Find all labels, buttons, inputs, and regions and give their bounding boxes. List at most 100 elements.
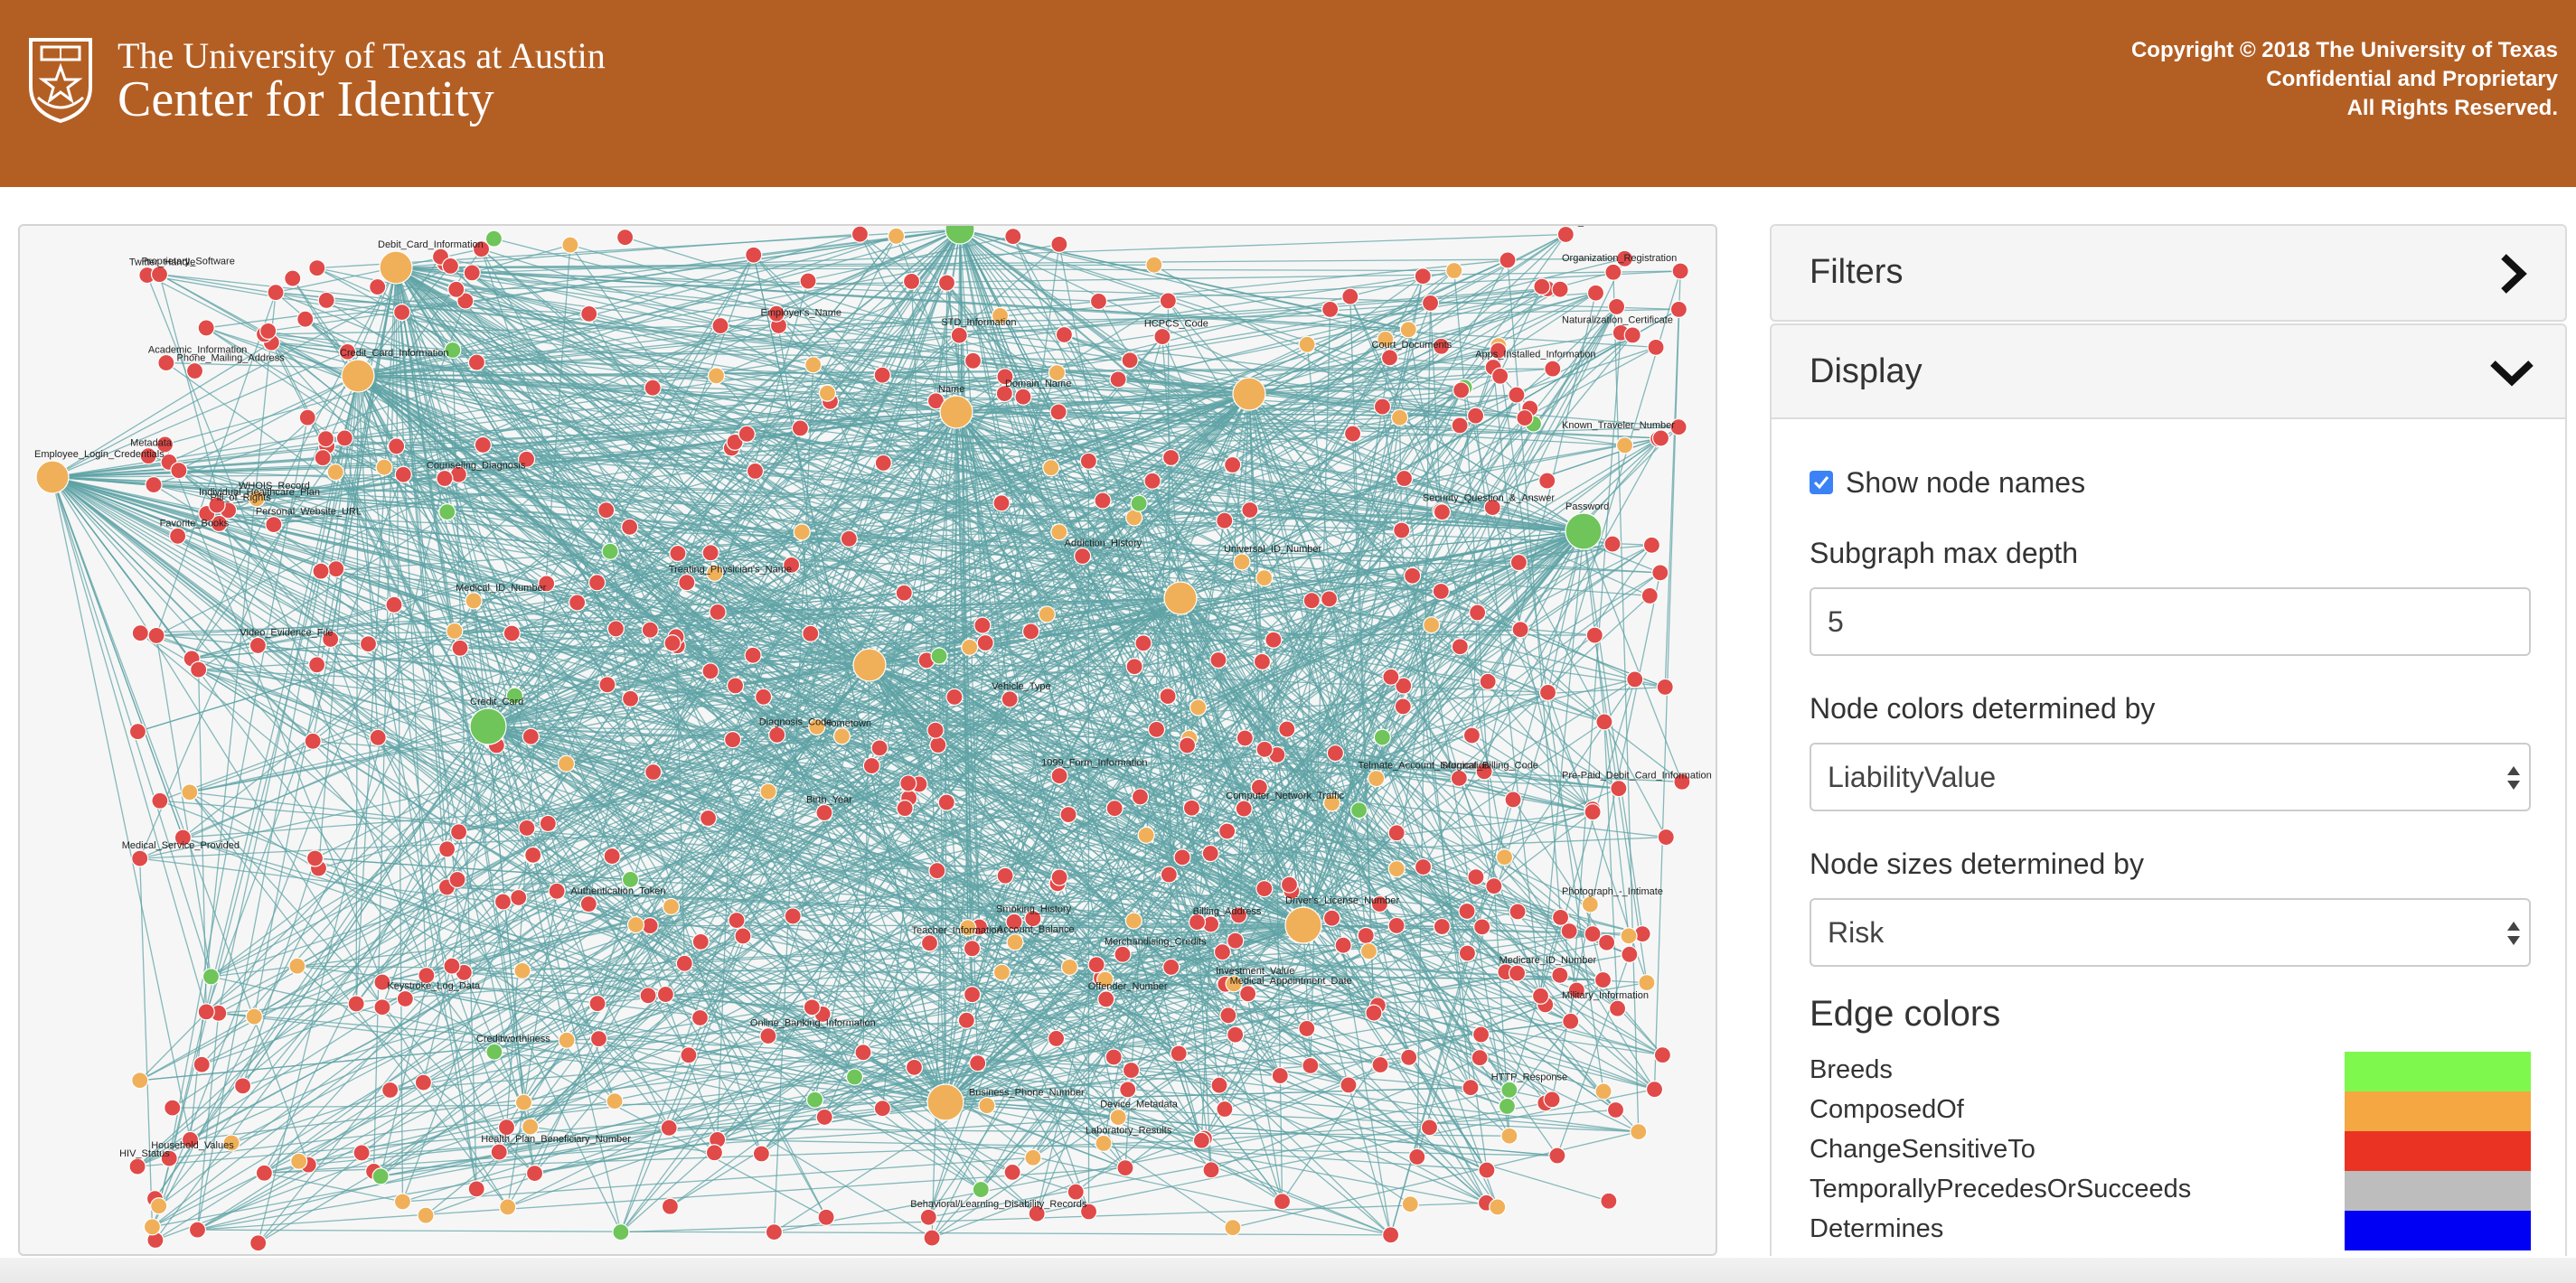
- graph-node[interactable]: [249, 1234, 268, 1252]
- graph-node[interactable]: [1024, 1148, 1042, 1166]
- graph-node[interactable]: [1651, 429, 1670, 447]
- graph-node[interactable]: [1014, 388, 1032, 406]
- graph-node[interactable]: [707, 367, 726, 385]
- graph-node[interactable]: [701, 544, 719, 562]
- filters-header[interactable]: Filters: [1770, 224, 2567, 322]
- graph-node[interactable]: [388, 437, 406, 455]
- graph-node[interactable]: [494, 893, 512, 911]
- graph-node[interactable]: [1594, 970, 1612, 989]
- graph-node[interactable]: [1334, 936, 1352, 954]
- graph-node[interactable]: [312, 562, 330, 580]
- graph-node[interactable]: [818, 384, 837, 402]
- graph-node[interactable]: [438, 503, 456, 521]
- graph-node[interactable]: [1122, 1061, 1141, 1080]
- graph-node[interactable]: [588, 995, 606, 1013]
- graph-node[interactable]: [164, 1099, 182, 1117]
- graph-node[interactable]: [1038, 605, 1056, 623]
- graph-node[interactable]: [1153, 327, 1171, 346]
- graph-node[interactable]: [1227, 932, 1245, 950]
- graph-node[interactable]: [143, 1218, 162, 1236]
- graph-node[interactable]: [1094, 492, 1112, 510]
- graph-node[interactable]: [709, 603, 727, 622]
- graph-node[interactable]: [267, 284, 285, 302]
- graph-node[interactable]: [1544, 360, 1562, 378]
- graph-node[interactable]: [385, 595, 403, 613]
- graph-node[interactable]: [394, 465, 412, 483]
- graph-node[interactable]: [1647, 338, 1665, 356]
- graph-node[interactable]: [1610, 780, 1628, 798]
- graph-canvas[interactable]: Employee_Login_Credentials Debit_Card_Inf…: [18, 224, 1717, 1256]
- graph-node[interactable]: [799, 272, 817, 290]
- graph-node[interactable]: [1382, 1226, 1400, 1244]
- graph-node[interactable]: [1606, 1100, 1625, 1119]
- graph-node[interactable]: [304, 732, 322, 750]
- graph-node[interactable]: [1638, 973, 1656, 992]
- graph-node[interactable]: [1433, 503, 1452, 521]
- graph-node[interactable]: [1462, 1079, 1480, 1097]
- graph-node[interactable]: [992, 494, 1011, 512]
- graph-node[interactable]: [754, 688, 773, 706]
- graph-node[interactable]: [815, 1108, 833, 1127]
- graph-node[interactable]: [804, 356, 823, 374]
- graph-node[interactable]: [558, 1031, 576, 1049]
- graph-node[interactable]: [832, 727, 851, 745]
- graph-node[interactable]: [669, 544, 687, 563]
- graph-node[interactable]: [768, 726, 786, 744]
- graph-node[interactable]: [1134, 634, 1152, 652]
- graph-node[interactable]: [663, 634, 682, 652]
- graph-node[interactable]: [441, 257, 460, 275]
- graph-node[interactable]: [639, 987, 657, 1005]
- graph-node[interactable]: [1264, 631, 1283, 649]
- graph-node[interactable]: [621, 689, 640, 707]
- graph-node[interactable]: [579, 894, 597, 913]
- graph-node[interactable]: [1642, 536, 1660, 554]
- graph-node[interactable]: [1603, 535, 1622, 553]
- graph-node[interactable]: [1504, 791, 1522, 809]
- graph-node[interactable]: [680, 1046, 698, 1064]
- graph-node[interactable]: [448, 870, 466, 889]
- graph-node[interactable]: [1399, 321, 1417, 339]
- graph-node[interactable]: [1595, 713, 1613, 731]
- graph-node[interactable]: [793, 523, 811, 541]
- graph-node[interactable]: [1365, 1004, 1383, 1022]
- graph-node[interactable]: [1423, 616, 1441, 634]
- graph-node[interactable]: [1326, 744, 1345, 763]
- graph-node[interactable]: [851, 226, 870, 243]
- graph-node[interactable]: [1253, 652, 1272, 670]
- graph-node[interactable]: [1533, 277, 1551, 295]
- graph-node[interactable]: [449, 823, 468, 841]
- graph-node[interactable]: [497, 1119, 516, 1137]
- graph-node[interactable]: [467, 1180, 485, 1198]
- graph-node[interactable]: [1216, 511, 1234, 529]
- graph-node[interactable]: [745, 246, 763, 264]
- graph-node[interactable]: [128, 1157, 146, 1175]
- graph-node[interactable]: [1273, 1193, 1292, 1211]
- graph-node[interactable]: [691, 932, 710, 951]
- graph-node[interactable]: [1255, 740, 1274, 758]
- graph-node[interactable]: [874, 454, 892, 473]
- graph-node[interactable]: [326, 463, 344, 482]
- graph-node[interactable]: [347, 995, 365, 1013]
- graph-node[interactable]: [1462, 726, 1481, 745]
- graph-node[interactable]: [150, 266, 169, 284]
- graph-node[interactable]: [1087, 956, 1105, 974]
- graph-node[interactable]: [840, 529, 858, 548]
- graph-node[interactable]: [1173, 848, 1191, 866]
- graph-node[interactable]: [147, 626, 165, 645]
- network-graph[interactable]: Employee_Login_Credentials Debit_Card_Inf…: [20, 226, 1716, 1254]
- graph-node[interactable]: [1235, 800, 1253, 818]
- graph-node[interactable]: [1373, 398, 1392, 416]
- graph-node[interactable]: [1216, 1100, 1234, 1119]
- graph-hub-node[interactable]: [1284, 906, 1322, 944]
- graph-node[interactable]: [128, 723, 147, 741]
- graph-node[interactable]: [1387, 916, 1406, 935]
- graph-node[interactable]: [1432, 582, 1450, 601]
- graph-node[interactable]: [151, 791, 169, 810]
- graph-node[interactable]: [588, 574, 606, 592]
- graph-node[interactable]: [923, 1229, 941, 1247]
- graph-node[interactable]: [561, 236, 579, 254]
- graph-node[interactable]: [1551, 908, 1570, 926]
- graph-node[interactable]: [1119, 1081, 1137, 1099]
- graph-node[interactable]: [746, 462, 765, 480]
- graph-node[interactable]: [784, 907, 802, 925]
